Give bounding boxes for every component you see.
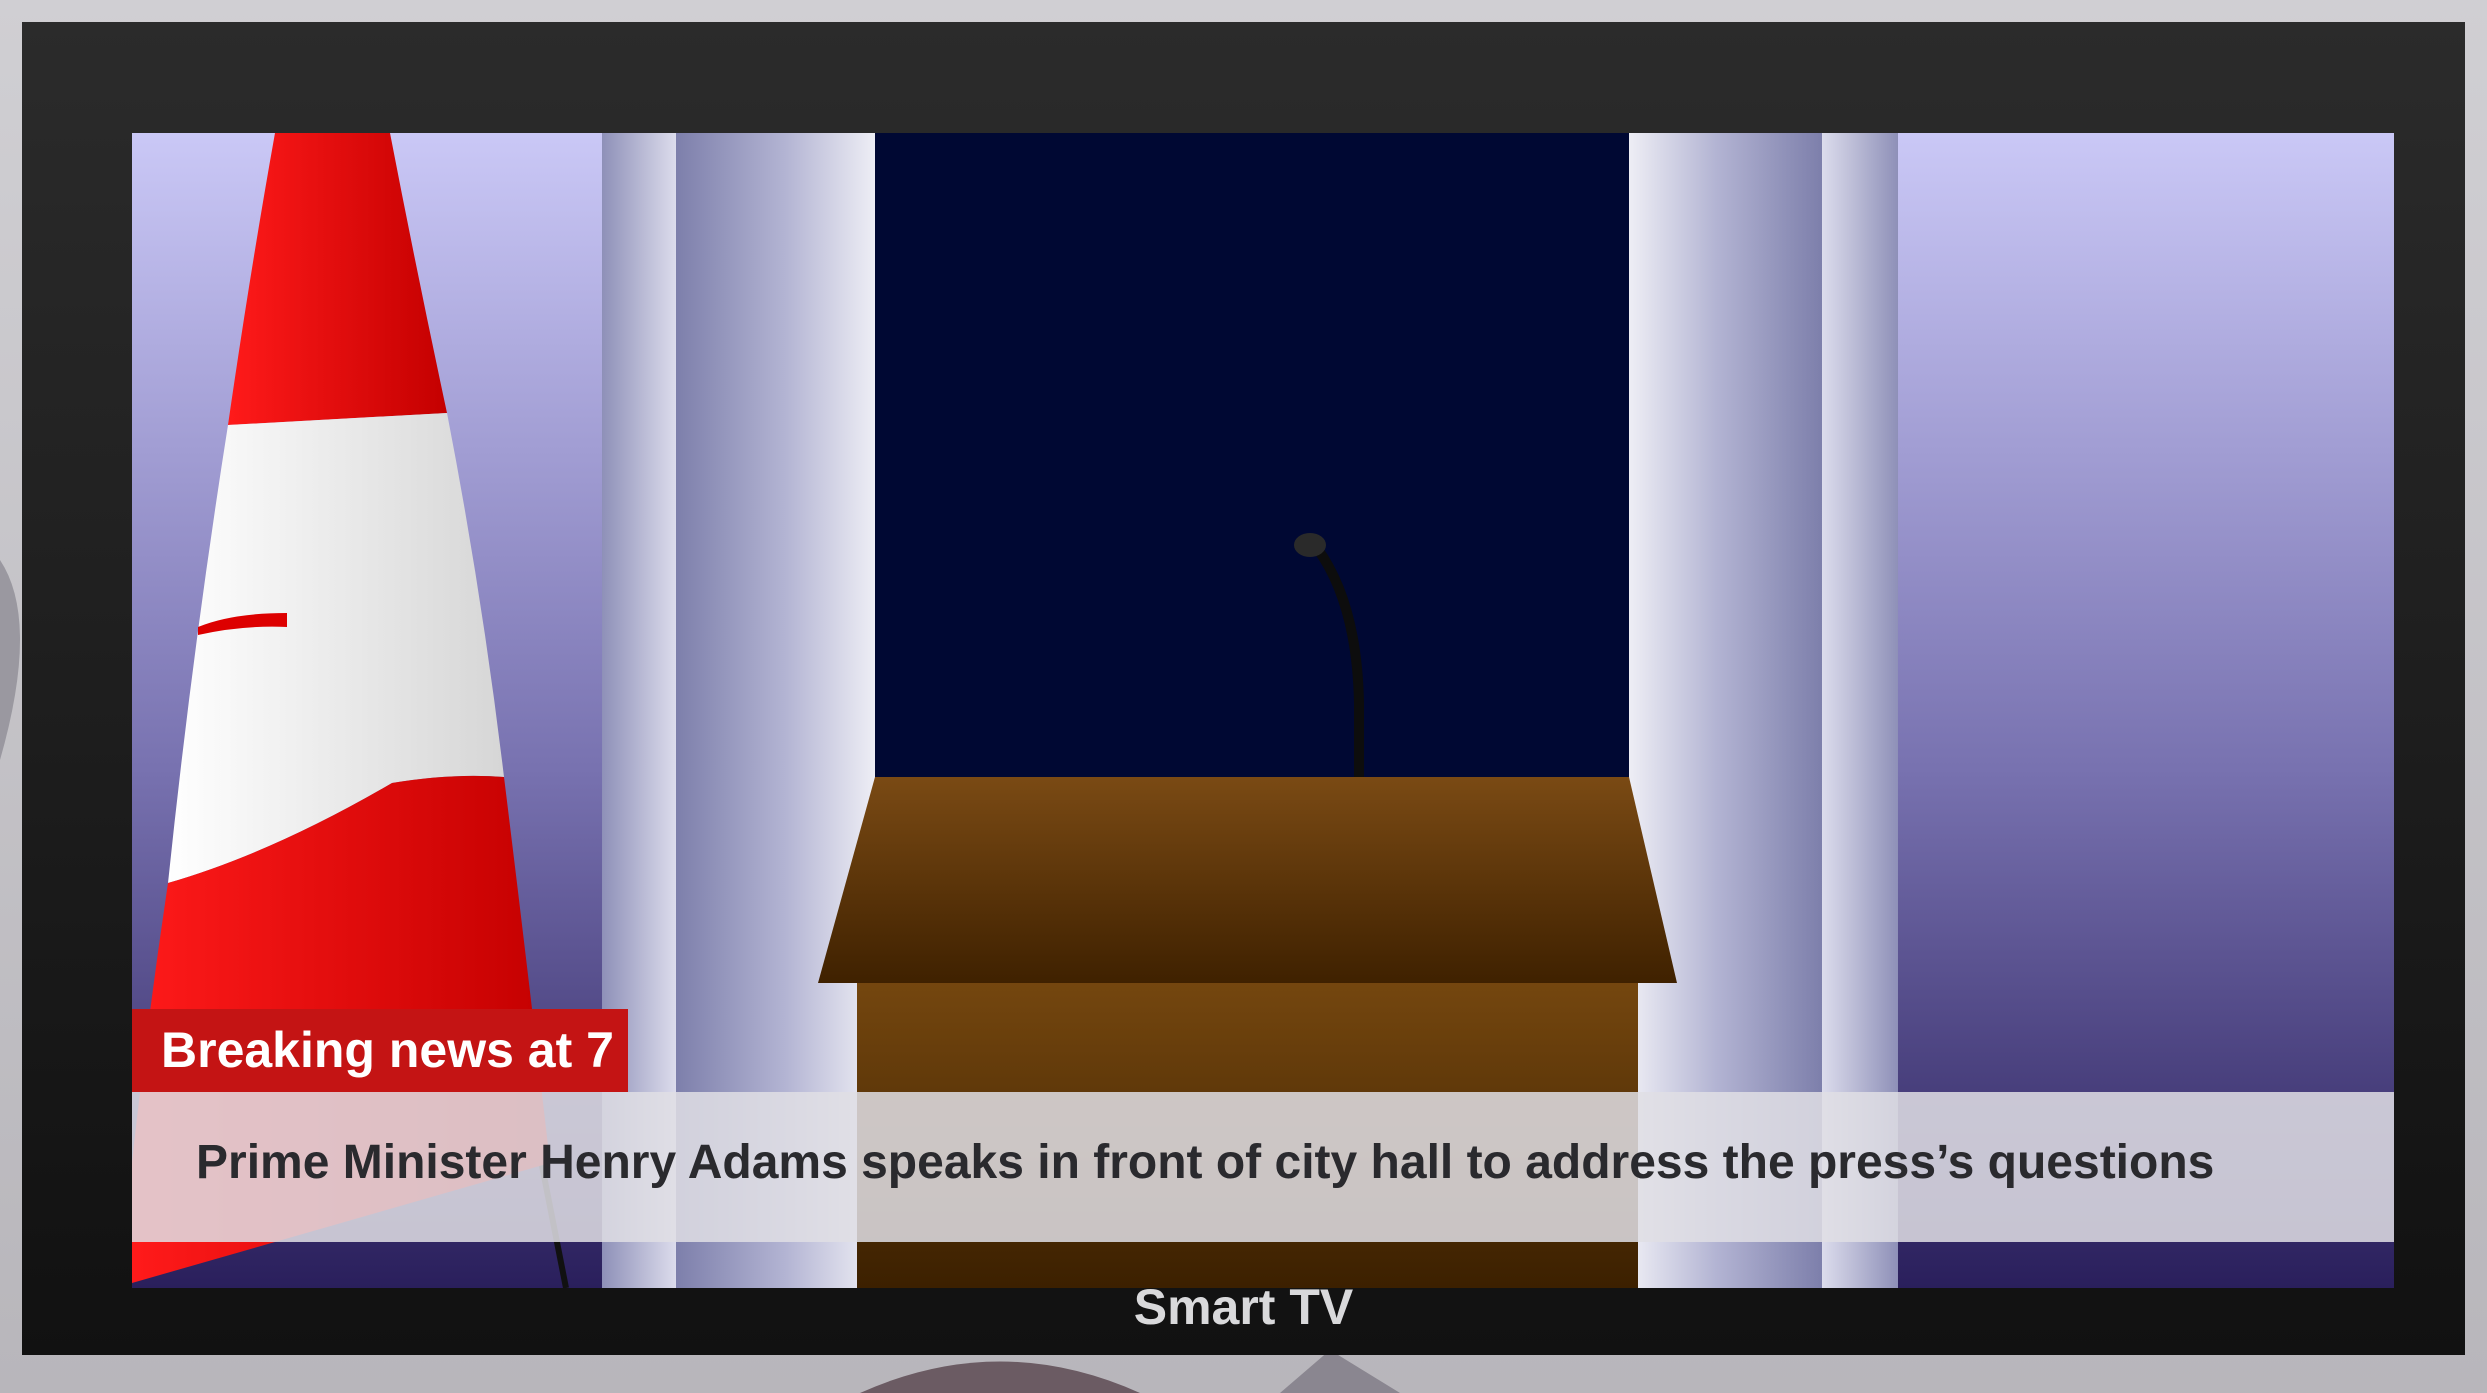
microphone-head — [1294, 533, 1326, 557]
breaking-news-tag: Breaking news at 7 — [132, 1009, 628, 1092]
ticker-text: Prime Minister Henry Adams speaks in fro… — [196, 1136, 2215, 1189]
news-ticker: Prime Minister Henry Adams speaks in fro… — [132, 1092, 2394, 1242]
tv-brand-label: Smart TV — [1133, 1279, 1354, 1335]
podium-top — [818, 777, 1677, 983]
tv-frame: Breaking news at 7 Prime Minister Henry … — [22, 22, 2465, 1355]
stage-backdrop — [875, 133, 1629, 833]
